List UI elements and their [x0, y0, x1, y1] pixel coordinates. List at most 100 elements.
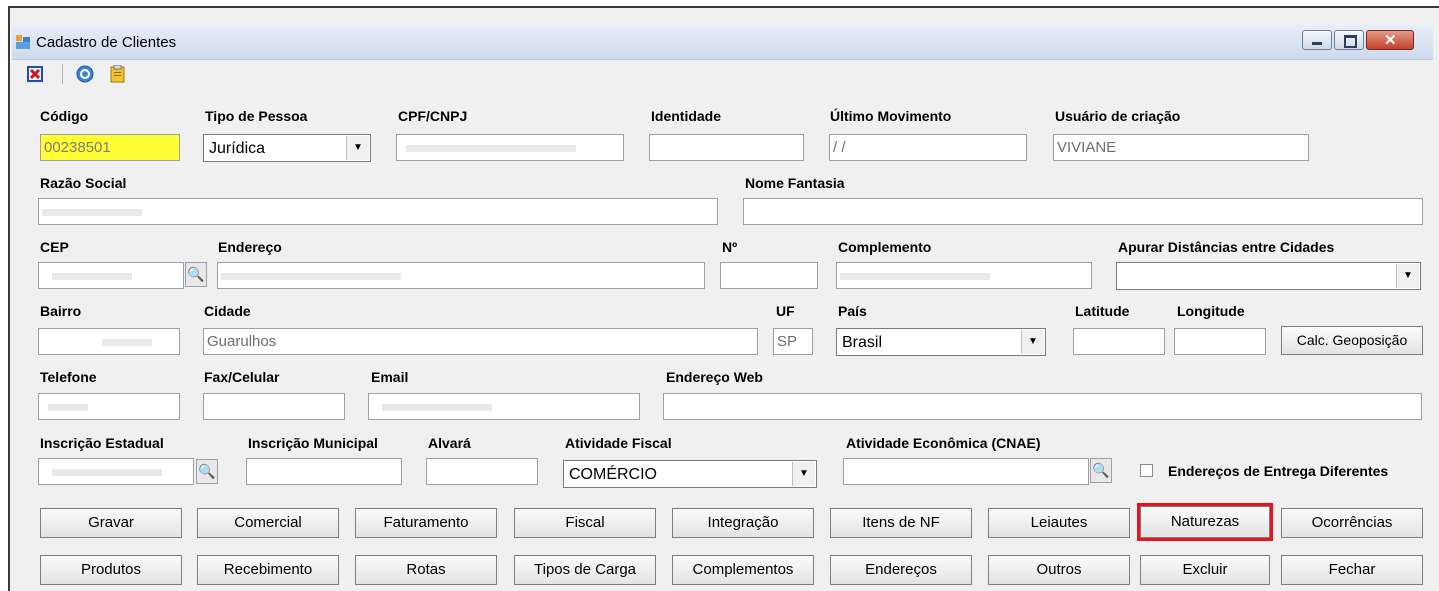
atividade-economica-field[interactable] [843, 458, 1089, 485]
redacted-value [221, 272, 401, 280]
redacted-value [52, 468, 162, 476]
ultimo-movimento-label: Último Movimento [830, 108, 952, 124]
alvara-field[interactable] [426, 458, 538, 485]
itens-nf-button[interactable]: Itens de NF [830, 508, 972, 538]
redacted-value [52, 272, 132, 280]
complemento-field[interactable] [836, 262, 1092, 289]
ocorrencias-button[interactable]: Ocorrências [1281, 508, 1423, 538]
cidade-label: Cidade [204, 303, 251, 319]
tipo-pessoa-select[interactable]: Jurídica ▼ [203, 134, 371, 162]
maximize-button[interactable] [1334, 30, 1364, 50]
enderecos-button[interactable]: Endereços [830, 555, 972, 585]
inscricao-municipal-field[interactable] [246, 458, 402, 485]
help-icon[interactable] [76, 65, 94, 83]
identidade-label: Identidade [651, 108, 722, 124]
razao-social-field[interactable] [38, 198, 718, 225]
chevron-down-icon[interactable]: ▼ [792, 462, 815, 486]
gravar-button[interactable]: Gravar [40, 508, 182, 538]
usuario-criacao-label: Usuário de criação [1055, 108, 1181, 124]
close-button[interactable]: ✕ [1366, 30, 1414, 50]
bairro-label: Bairro [40, 303, 82, 319]
naturezas-button[interactable]: Naturezas [1140, 506, 1270, 538]
recebimento-button[interactable]: Recebimento [197, 555, 339, 585]
comercial-button[interactable]: Comercial [197, 508, 339, 538]
redacted-value [48, 403, 88, 411]
ultimo-movimento-field[interactable]: / / [829, 134, 1027, 161]
inscricao-estadual-field[interactable] [38, 458, 194, 485]
longitude-field[interactable] [1174, 328, 1266, 355]
endereco-field[interactable] [217, 262, 705, 289]
cep-field[interactable] [38, 262, 184, 289]
chevron-down-icon[interactable]: ▼ [346, 136, 369, 160]
numero-field[interactable] [720, 262, 818, 289]
pais-select[interactable]: Brasil ▼ [836, 328, 1046, 356]
telefone-field[interactable] [38, 393, 180, 420]
cpf-cnpj-label: CPF/CNPJ [398, 108, 468, 124]
atividade-economica-label: Atividade Econômica (CNAE) [846, 435, 1041, 451]
excluir-button[interactable]: Excluir [1140, 555, 1270, 585]
window-title: Cadastro de Clientes [36, 34, 177, 51]
tipo-pessoa-value: Jurídica [209, 140, 266, 157]
endereco-label: Endereço [218, 239, 282, 255]
tipos-carga-button[interactable]: Tipos de Carga [514, 555, 656, 585]
outros-button[interactable]: Outros [988, 555, 1130, 585]
complementos-button[interactable]: Complementos [672, 555, 814, 585]
uf-label: UF [776, 303, 795, 319]
clipboard-icon[interactable] [109, 64, 127, 83]
email-field[interactable] [368, 393, 640, 420]
apurar-distancias-select[interactable]: ▼ [1116, 262, 1421, 290]
apurar-distancias-label: Apurar Distâncias entre Cidades [1118, 239, 1335, 255]
usuario-criacao-field[interactable]: VIVIANE [1053, 134, 1309, 161]
cpf-cnpj-field[interactable] [396, 134, 624, 161]
endereco-web-field[interactable] [663, 393, 1422, 420]
fiscal-button[interactable]: Fiscal [514, 508, 656, 538]
faturamento-button[interactable]: Faturamento [355, 508, 497, 538]
complemento-label: Complemento [838, 239, 932, 255]
bairro-field[interactable] [38, 328, 180, 355]
chevron-down-icon[interactable]: ▼ [1021, 330, 1044, 354]
cep-label: CEP [40, 239, 69, 255]
atividade-fiscal-value: COMÉRCIO [569, 466, 657, 483]
fax-celular-field[interactable] [203, 393, 345, 420]
latitude-field[interactable] [1073, 328, 1165, 355]
search-icon: 🔍 [198, 463, 216, 479]
inscricao-estadual-search-button[interactable]: 🔍 [196, 459, 218, 484]
nome-fantasia-field[interactable] [743, 198, 1423, 225]
exit-icon[interactable] [27, 65, 45, 83]
produtos-button[interactable]: Produtos [40, 555, 182, 585]
tipo-pessoa-label: Tipo de Pessoa [205, 108, 308, 124]
calc-geoposicao-button[interactable]: Calc. Geoposição [1281, 326, 1423, 355]
inscricao-municipal-label: Inscrição Municipal [248, 435, 378, 451]
alvara-label: Alvará [428, 435, 471, 451]
search-icon: 🔍 [1092, 462, 1110, 478]
cidade-field[interactable]: Guarulhos [203, 328, 758, 355]
pais-label: País [838, 303, 867, 319]
pais-value: Brasil [842, 334, 883, 351]
redacted-value [840, 272, 990, 280]
minimize-button[interactable] [1302, 30, 1332, 50]
chevron-down-icon[interactable]: ▼ [1396, 264, 1419, 288]
email-label: Email [371, 369, 409, 385]
latitude-label: Latitude [1075, 303, 1130, 319]
title-bar [12, 25, 1433, 60]
atividade-economica-search-button[interactable]: 🔍 [1090, 458, 1112, 483]
app-window-icon [16, 35, 30, 49]
minimize-icon [1312, 42, 1322, 45]
redacted-value [382, 403, 492, 411]
atividade-fiscal-select[interactable]: COMÉRCIO ▼ [563, 460, 817, 488]
cep-search-button[interactable]: 🔍 [185, 262, 207, 287]
identidade-field[interactable] [649, 134, 804, 161]
enderecos-entrega-checkbox[interactable] [1140, 464, 1153, 477]
codigo-field[interactable]: 00238501 [40, 134, 180, 161]
atividade-fiscal-label: Atividade Fiscal [565, 435, 672, 451]
nome-fantasia-label: Nome Fantasia [745, 175, 845, 191]
fechar-button[interactable]: Fechar [1281, 555, 1423, 585]
search-icon: 🔍 [187, 266, 205, 282]
window-frame [8, 6, 1439, 591]
endereco-web-label: Endereço Web [666, 369, 763, 385]
rotas-button[interactable]: Rotas [355, 555, 497, 585]
redacted-value [42, 208, 142, 216]
uf-field[interactable]: SP [773, 328, 813, 355]
leiautes-button[interactable]: Leiautes [988, 508, 1130, 538]
integracao-button[interactable]: Integração [672, 508, 814, 538]
